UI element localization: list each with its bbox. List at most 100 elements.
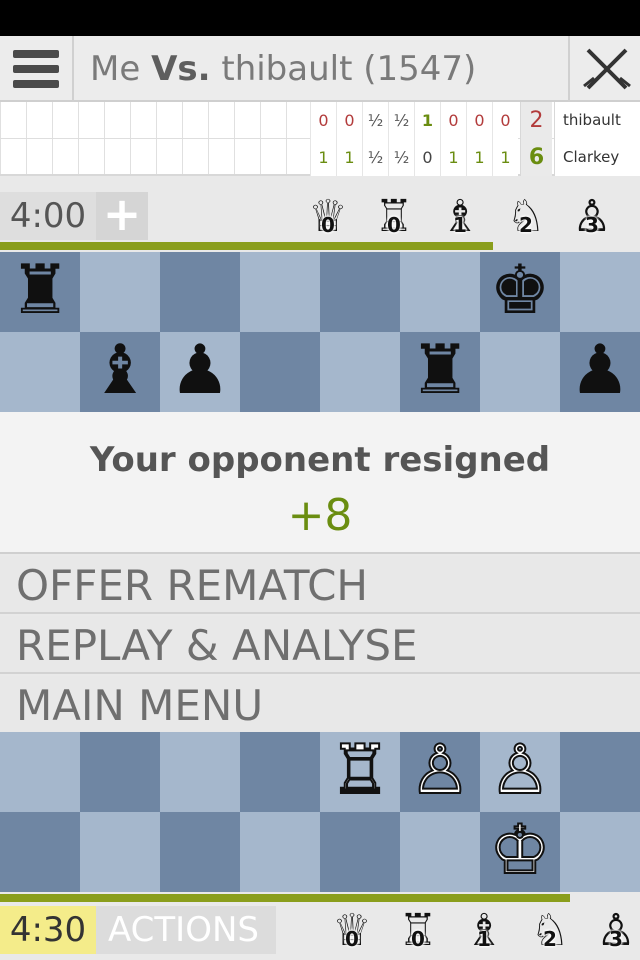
- add-time-button[interactable]: +: [96, 191, 148, 240]
- board-square[interactable]: [480, 332, 560, 412]
- score-cell: 1: [310, 139, 336, 176]
- board-square[interactable]: [80, 812, 160, 892]
- board-square[interactable]: ♜: [400, 332, 480, 412]
- bishop-icon: ♗ 1: [458, 906, 510, 956]
- score-cell: 0: [414, 139, 440, 176]
- captured-count: 3: [609, 927, 623, 951]
- my-clock: 4:30: [0, 906, 96, 954]
- status-bar: [0, 0, 640, 36]
- captured-count: 0: [345, 927, 359, 951]
- black-pawn-icon[interactable]: ♟: [570, 331, 631, 410]
- board-square[interactable]: [160, 812, 240, 892]
- result-panel: Your opponent resigned +8: [0, 412, 640, 554]
- board-square[interactable]: ♜: [0, 252, 80, 332]
- score-player-name: thibault: [554, 102, 640, 139]
- pawn-icon: ♙ 3: [566, 192, 618, 242]
- score-row-me: 11½½0111 6 Clarkey: [0, 139, 640, 176]
- score-row-opponent: 00½½1000 2 thibault: [0, 102, 640, 139]
- white-pawn-icon[interactable]: ♙: [489, 731, 552, 811]
- score-cell: 1: [466, 139, 492, 176]
- offer-rematch-button[interactable]: OFFER REMATCH: [0, 556, 640, 614]
- board-square[interactable]: [160, 732, 240, 812]
- board-square[interactable]: [560, 812, 640, 892]
- board-square[interactable]: [240, 252, 320, 332]
- result-message: Your opponent resigned: [89, 440, 551, 480]
- crossed-swords-icon[interactable]: [568, 36, 640, 102]
- board-square[interactable]: [0, 332, 80, 412]
- board-square[interactable]: [80, 732, 160, 812]
- captured-count: 2: [519, 213, 533, 237]
- score-table: 00½½1000 2 thibault 11½½0111 6 Clarkey: [0, 102, 640, 176]
- board-square[interactable]: [240, 332, 320, 412]
- board-square[interactable]: [0, 812, 80, 892]
- white-rook-icon[interactable]: ♖: [329, 731, 392, 811]
- board-square[interactable]: [160, 252, 240, 332]
- score-cell: ½: [362, 139, 388, 176]
- board-square[interactable]: [80, 252, 160, 332]
- score-cell: 1: [414, 102, 440, 139]
- score-cells: 00½½1000: [310, 102, 518, 139]
- header: Me Vs. thibault (1547): [0, 36, 640, 102]
- board-square[interactable]: [400, 252, 480, 332]
- score-total: 2: [520, 102, 552, 139]
- board-square[interactable]: [320, 252, 400, 332]
- score-player-name: Clarkey: [554, 139, 640, 176]
- score-cells: 11½½0111: [310, 139, 518, 176]
- board-square[interactable]: ♙: [480, 731, 560, 812]
- replay-analyse-button[interactable]: REPLAY & ANALYSE: [0, 616, 640, 674]
- board-square[interactable]: ♖: [320, 731, 400, 812]
- black-rook-icon[interactable]: ♜: [10, 251, 71, 330]
- board-square[interactable]: [560, 252, 640, 332]
- score-cell: 0: [336, 102, 362, 139]
- bishop-icon: ♗ 1: [434, 192, 486, 242]
- board-square[interactable]: ♙: [400, 731, 480, 812]
- queen-icon: ♕ 0: [326, 906, 378, 956]
- title-opponent: thibault (1547): [221, 49, 477, 89]
- board-square[interactable]: [240, 732, 320, 812]
- bottom-board[interactable]: ♖ ♙ ♙ ♔: [0, 731, 640, 892]
- score-cell: 1: [336, 139, 362, 176]
- board-square[interactable]: ♔: [480, 811, 560, 892]
- score-total: 6: [520, 139, 552, 176]
- score-cell: ½: [362, 102, 388, 139]
- board-square[interactable]: [320, 812, 400, 892]
- top-board[interactable]: ♜ ♚ ♝ ♟ ♜ ♟: [0, 252, 640, 412]
- main-menu-button[interactable]: MAIN MENU: [0, 676, 640, 734]
- knight-icon: ♘ 2: [500, 192, 552, 242]
- opponent-captured-pieces: ♕ 0 ♖ 0 ♗ 1 ♘ 2 ♙ 3: [302, 190, 618, 244]
- actions-button[interactable]: ACTIONS: [96, 906, 276, 954]
- black-king-icon[interactable]: ♚: [490, 251, 551, 330]
- board-square[interactable]: [560, 732, 640, 812]
- board-square[interactable]: ♟: [560, 332, 640, 412]
- board-square[interactable]: [320, 332, 400, 412]
- black-bishop-icon[interactable]: ♝: [90, 331, 151, 410]
- board-square[interactable]: [240, 812, 320, 892]
- my-time-bar: [0, 894, 570, 902]
- rook-icon: ♖ 0: [392, 906, 444, 956]
- black-pawn-icon[interactable]: ♟: [170, 331, 231, 410]
- score-cell: 0: [466, 102, 492, 139]
- score-cell: 0: [440, 102, 466, 139]
- board-square[interactable]: [0, 732, 80, 812]
- score-cell: ½: [388, 102, 414, 139]
- score-cell: 1: [440, 139, 466, 176]
- board-square[interactable]: ♚: [480, 252, 560, 332]
- white-pawn-icon[interactable]: ♙: [409, 731, 472, 811]
- score-cell: 0: [310, 102, 336, 139]
- captured-count: 3: [585, 213, 599, 237]
- menu-icon[interactable]: [0, 36, 74, 102]
- white-king-icon[interactable]: ♔: [489, 811, 552, 891]
- black-rook-icon[interactable]: ♜: [410, 331, 471, 410]
- score-cell: 1: [492, 139, 518, 176]
- board-square[interactable]: [400, 812, 480, 892]
- captured-count: 2: [543, 927, 557, 951]
- board-square[interactable]: ♟: [160, 332, 240, 412]
- captured-count: 1: [477, 927, 491, 951]
- my-bar: 4:30 ACTIONS ♕ 0 ♖ 0 ♗ 1 ♘ 2 ♙ 3: [0, 904, 640, 960]
- title-player: Me: [90, 49, 141, 89]
- result-score: +8: [287, 490, 353, 541]
- opponent-clock: 4:00: [0, 192, 96, 240]
- rook-icon: ♖ 0: [368, 192, 420, 242]
- board-square[interactable]: ♝: [80, 332, 160, 412]
- score-cell: ½: [388, 139, 414, 176]
